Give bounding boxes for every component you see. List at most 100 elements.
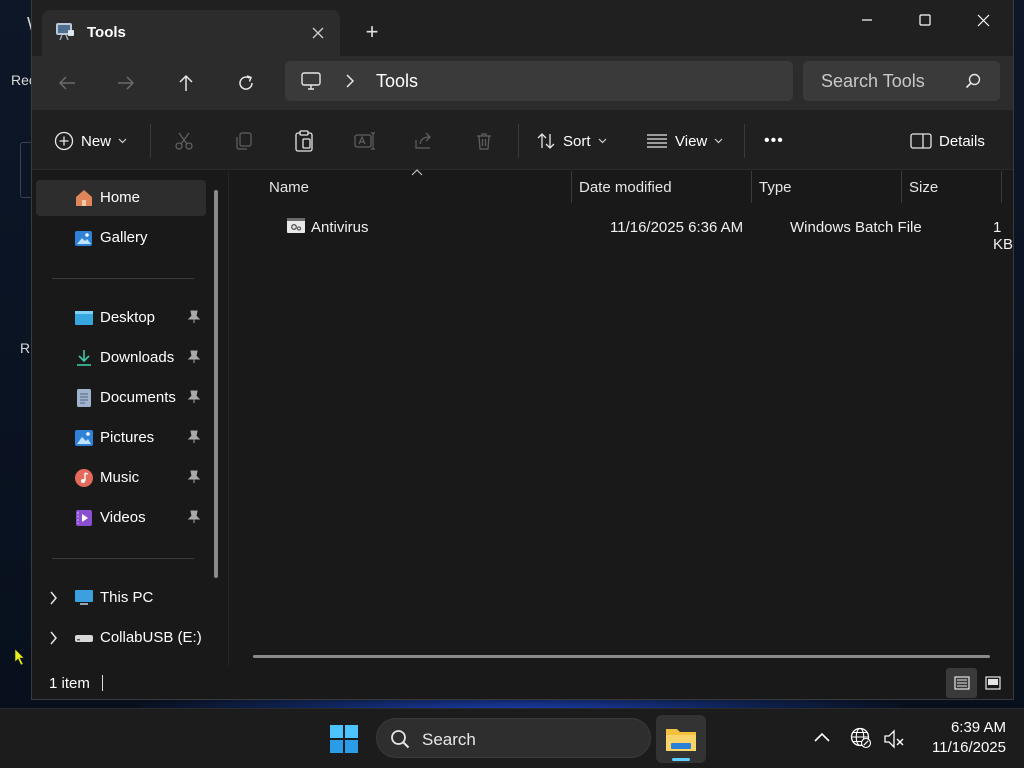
search-icon <box>391 730 410 749</box>
more-options-icon: ••• <box>764 132 784 149</box>
chevron-right-icon[interactable] <box>49 631 58 645</box>
column-divider[interactable] <box>571 171 572 203</box>
start-button[interactable] <box>322 717 366 761</box>
arrow-up-icon <box>179 74 193 91</box>
sidebar-item-label: Desktop <box>100 309 156 326</box>
table-row[interactable]: Antivirus 11/16/2025 6:36 AM Windows Bat… <box>246 211 1013 253</box>
paste-button[interactable] <box>294 126 314 156</box>
cut-button[interactable] <box>174 126 194 156</box>
chevron-up-icon[interactable] <box>813 731 831 743</box>
sidebar-item-usb-drive[interactable]: CollabUSB (E:) <box>36 620 206 656</box>
command-bar: New Sort View ••• Details <box>32 110 1013 170</box>
desktop-folder-icon <box>75 311 93 325</box>
close-window-button[interactable] <box>954 0 1012 40</box>
column-header-name[interactable]: Name <box>269 179 309 196</box>
chevron-right-icon[interactable] <box>49 591 58 605</box>
details-pane-button[interactable]: Details <box>910 126 985 156</box>
sidebar-item-videos[interactable]: Videos <box>36 500 206 536</box>
up-button[interactable] <box>168 65 204 101</box>
large-icons-view-button[interactable] <box>977 668 1008 698</box>
title-bar[interactable]: Tools + <box>32 0 1013 56</box>
sidebar-item-pictures[interactable]: Pictures <box>36 420 206 456</box>
maximize-button[interactable] <box>896 0 954 40</box>
chevron-right-icon <box>346 74 355 88</box>
sidebar-item-label: Videos <box>100 509 146 526</box>
share-icon <box>415 132 431 149</box>
usb-drive-icon <box>75 635 93 642</box>
sort-arrows-icon <box>537 133 555 149</box>
refresh-icon <box>239 75 253 90</box>
column-divider[interactable] <box>1001 171 1002 203</box>
file-size: 1 KB <box>993 219 1014 253</box>
copy-icon <box>236 132 252 150</box>
pin-icon[interactable] <box>188 470 200 484</box>
chevron-down-icon <box>118 138 127 144</box>
view-button[interactable]: View <box>646 126 723 156</box>
pin-icon[interactable] <box>188 310 200 324</box>
sidebar-item-this-pc[interactable]: This PC <box>36 580 206 616</box>
tab-title: Tools <box>87 24 126 41</box>
sidebar-scrollbar[interactable] <box>214 190 218 578</box>
active-indicator <box>672 758 690 761</box>
rename-button[interactable] <box>354 126 376 156</box>
search-box[interactable]: Search Tools <box>803 61 1000 101</box>
file-explorer-taskbar-button[interactable] <box>656 715 706 763</box>
forward-button[interactable] <box>108 65 144 101</box>
item-count: 1 item <box>49 675 90 692</box>
file-date: 11/16/2025 6:36 AM <box>610 219 744 236</box>
toolbar-divider <box>518 124 519 158</box>
sidebar-item-music[interactable]: Music <box>36 460 206 496</box>
pin-icon[interactable] <box>188 510 200 524</box>
column-header-date[interactable]: Date modified <box>579 179 672 196</box>
more-options-button[interactable]: ••• <box>764 126 784 156</box>
sidebar-item-downloads[interactable]: Downloads <box>36 340 206 376</box>
tab-tools[interactable]: Tools <box>42 10 340 56</box>
details-pane-icon <box>910 133 932 149</box>
sidebar-item-gallery[interactable]: Gallery <box>36 220 206 256</box>
batch-file-icon <box>287 218 305 233</box>
toolbar-divider <box>744 124 745 158</box>
copy-button[interactable] <box>234 126 254 156</box>
plus-icon: + <box>365 19 379 44</box>
pin-icon[interactable] <box>188 430 200 444</box>
taskbar: Search 6:39 AM 11/16/2025 <box>0 708 1024 768</box>
rename-icon <box>354 132 375 150</box>
column-divider[interactable] <box>751 171 752 203</box>
videos-icon <box>76 510 92 526</box>
status-bar: 1 item <box>32 666 1013 699</box>
search-input[interactable]: Search Tools <box>821 71 925 92</box>
home-icon <box>76 190 92 206</box>
breadcrumb-tools[interactable]: Tools <box>376 71 418 92</box>
pin-icon[interactable] <box>188 390 200 404</box>
column-divider[interactable] <box>901 171 902 203</box>
sidebar-item-label: Downloads <box>100 349 175 366</box>
sidebar-item-label: Gallery <box>100 229 148 246</box>
column-header-type[interactable]: Type <box>759 179 792 196</box>
new-button[interactable]: New <box>54 126 127 156</box>
details-view-icon <box>953 676 970 690</box>
sort-button[interactable]: Sort <box>536 126 607 156</box>
mouse-cursor-icon <box>14 648 25 666</box>
sidebar-item-home[interactable]: Home <box>36 180 206 216</box>
horizontal-scrollbar[interactable] <box>253 655 990 658</box>
column-header-size[interactable]: Size <box>909 179 938 196</box>
share-button[interactable] <box>414 126 434 156</box>
view-button-label: View <box>675 132 708 150</box>
sidebar-item-desktop[interactable]: Desktop <box>36 300 206 336</box>
clipboard-icon <box>295 130 313 152</box>
new-tab-button[interactable]: + <box>356 16 388 48</box>
system-clock[interactable]: 6:39 AM 11/16/2025 <box>916 718 1006 758</box>
pin-icon[interactable] <box>188 350 200 364</box>
sidebar-item-label: Home <box>100 189 141 206</box>
sidebar-item-documents[interactable]: Documents <box>36 380 206 416</box>
minimize-button[interactable] <box>838 0 896 40</box>
speaker-muted-icon[interactable] <box>883 728 905 750</box>
refresh-button[interactable] <box>228 65 264 101</box>
close-tab-button[interactable] <box>304 19 332 47</box>
taskbar-search-box[interactable]: Search <box>376 718 651 758</box>
address-bar[interactable]: Tools <box>285 61 793 101</box>
back-button[interactable] <box>49 65 85 101</box>
details-view-button[interactable] <box>946 668 977 698</box>
network-globe-icon[interactable] <box>850 727 872 749</box>
delete-button[interactable] <box>474 126 494 156</box>
